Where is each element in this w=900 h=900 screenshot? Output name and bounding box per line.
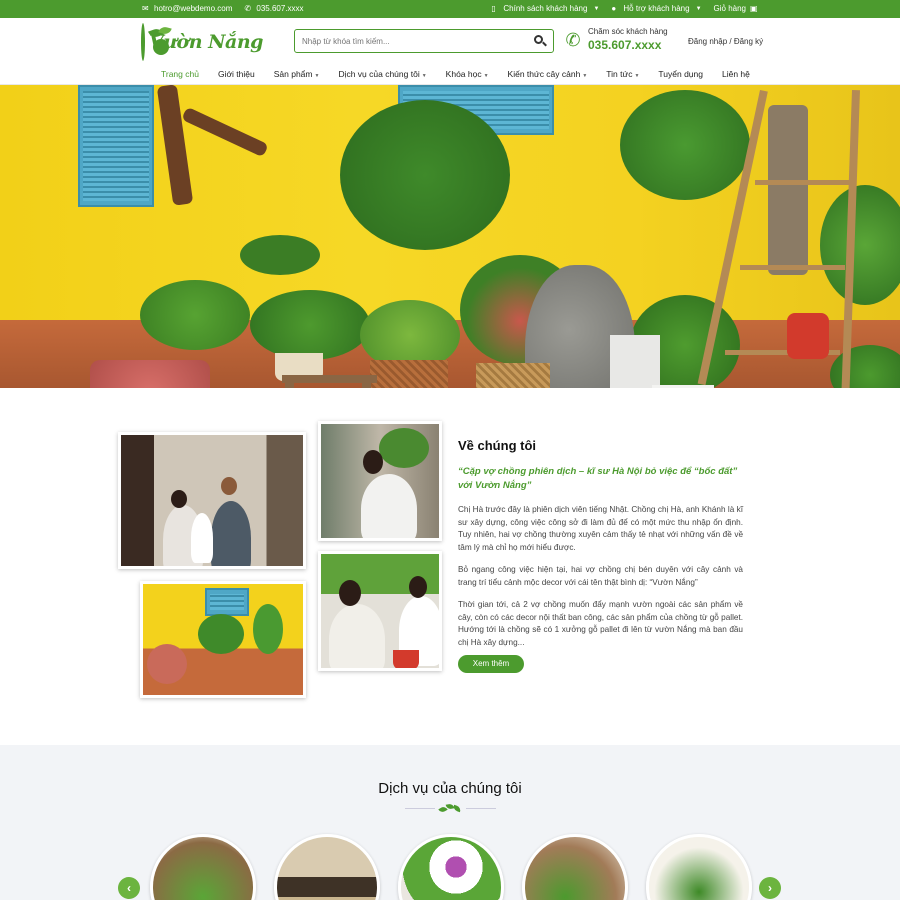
- about-paragraph: Chị Hà trước đây là phiên dịch viên tiến…: [458, 505, 743, 552]
- wooden-table: [285, 381, 294, 388]
- plant: [620, 90, 750, 200]
- blue-shutter-left: [78, 85, 154, 207]
- document-icon: ▯: [491, 4, 496, 13]
- topbar-email[interactable]: ✉ hotro@webdemo.com: [142, 4, 232, 13]
- about-photo-garden: [140, 581, 306, 698]
- about-title: Về chúng tôi: [458, 438, 536, 453]
- plant: [250, 290, 370, 360]
- divider: [405, 808, 435, 809]
- ladder-rung: [740, 265, 845, 270]
- nav-item-products[interactable]: Sản phẩm ▼: [274, 69, 320, 79]
- ladder-rung: [755, 180, 850, 185]
- about-photo-family: [118, 432, 306, 569]
- topbar-cart-label[interactable]: Giỏ hàng: [714, 4, 746, 13]
- service-card[interactable]: [646, 834, 752, 900]
- about-section: Về chúng tôi “Cặp vợ chồng phiên dịch – …: [0, 388, 900, 745]
- basket: [476, 363, 550, 388]
- tree-trunk-right: [768, 105, 808, 275]
- about-photo-woman-plant: [318, 421, 442, 541]
- nav-label[interactable]: Khóa học: [446, 69, 482, 79]
- chevron-down-icon: ▼: [314, 73, 320, 79]
- about-paragraph: Thời gian tới, cả 2 vợ chồng muốn đẩy mạ…: [458, 600, 743, 647]
- top-bar: ✉ hotro@webdemo.com ✆ 035.607.xxxx ▯ Chính …: [0, 0, 900, 18]
- customer-care[interactable]: ✆ Chăm sóc khách hàng 035.607.xxxx: [562, 27, 668, 52]
- nav-label[interactable]: Tuyển dụng: [658, 69, 703, 79]
- chevron-down-icon: ▼: [483, 73, 489, 79]
- nav-item-careers[interactable]: Tuyển dụng: [658, 69, 703, 79]
- plant: [340, 100, 510, 250]
- nav-label[interactable]: Liên hệ: [722, 69, 750, 79]
- nav-item-about[interactable]: Giới thiệu: [218, 69, 255, 79]
- red-watering-can: [787, 313, 829, 359]
- services-title: Dịch vụ của chúng tôi: [378, 780, 522, 797]
- service-card[interactable]: [398, 834, 504, 900]
- nav-label[interactable]: Sản phẩm: [274, 69, 313, 79]
- care-label: Chăm sóc khách hàng: [588, 27, 668, 36]
- mail-icon: ✉: [142, 4, 149, 13]
- about-paragraph: Bỏ ngang công việc hiện tại, hai vợ chồn…: [458, 565, 743, 587]
- nav-item-contact[interactable]: Liên hệ: [722, 69, 750, 79]
- chevron-down-icon: ▼: [634, 73, 640, 79]
- succulents: [90, 360, 210, 388]
- search-icon[interactable]: [533, 34, 547, 48]
- logo[interactable]: Vườn Nắng: [141, 22, 263, 62]
- nav-item-knowledge[interactable]: Kiến thức cây cảnh ▼: [508, 69, 588, 79]
- plant: [820, 185, 900, 305]
- services-section: Dịch vụ của chúng tôi ‹ ›: [0, 745, 900, 900]
- headset-phone-icon: ✆: [565, 29, 581, 50]
- divider: [466, 808, 496, 809]
- topbar-phone[interactable]: ✆ 035.607.xxxx: [244, 4, 303, 13]
- chevron-down-icon: ▼: [695, 5, 702, 12]
- service-card[interactable]: [274, 834, 380, 900]
- nav-label[interactable]: Dịch vụ của chúng tôi: [338, 69, 419, 79]
- care-phone[interactable]: 035.607.xxxx: [588, 38, 668, 52]
- nav-item-services[interactable]: Dịch vụ của chúng tôi ▼: [338, 69, 426, 79]
- plant: [140, 280, 250, 350]
- basket: [370, 360, 448, 388]
- prev-arrow-icon[interactable]: ‹: [118, 877, 140, 899]
- topbar-email-text[interactable]: hotro@webdemo.com: [154, 4, 232, 13]
- topbar-policy-label[interactable]: Chính sách khách hàng: [503, 4, 587, 13]
- chevron-down-icon: ▼: [593, 5, 600, 12]
- topbar-policy[interactable]: ▯ Chính sách khách hàng ▼: [491, 4, 599, 13]
- nav-label[interactable]: Tin tức: [606, 69, 632, 79]
- main-nav: Trang chủ Giới thiệu Sản phẩm ▼ Dịch vụ c…: [0, 66, 900, 85]
- nav-label[interactable]: Giới thiệu: [218, 69, 255, 79]
- topbar-cart[interactable]: Giỏ hàng ▣: [714, 4, 758, 13]
- nav-item-courses[interactable]: Khóa học ▼: [446, 69, 489, 79]
- hero-slider[interactable]: [0, 85, 900, 388]
- user-icon: ●: [611, 4, 617, 13]
- chevron-down-icon: ▼: [421, 73, 427, 79]
- phone-icon: ✆: [244, 4, 252, 13]
- wooden-table: [362, 381, 371, 388]
- service-card[interactable]: [150, 834, 256, 900]
- chevron-down-icon: ▼: [582, 73, 588, 79]
- logo-mark: [141, 23, 172, 61]
- read-more-button[interactable]: Xem thêm: [458, 655, 524, 673]
- search-input[interactable]: [295, 30, 520, 52]
- nav-label[interactable]: Trang chủ: [161, 69, 199, 79]
- service-card[interactable]: [522, 834, 628, 900]
- topbar-support[interactable]: ● Hỗ trợ khách hàng ▼: [611, 4, 701, 13]
- pot: [610, 335, 660, 388]
- topbar-phone-text[interactable]: 035.607.xxxx: [256, 4, 303, 13]
- about-photo-two-women: [318, 551, 442, 671]
- nav-item-news[interactable]: Tin tức ▼: [606, 69, 639, 79]
- next-arrow-icon[interactable]: ›: [759, 877, 781, 899]
- plant: [240, 235, 320, 275]
- topbar-support-label[interactable]: Hỗ trợ khách hàng: [623, 4, 689, 13]
- nav-label[interactable]: Kiến thức cây cảnh: [508, 69, 581, 79]
- about-text: Về chúng tôi “Cặp vợ chồng phiên dịch – …: [458, 438, 743, 649]
- about-quote: “Cặp vợ chồng phiên dịch – kĩ sư Hà Nội …: [458, 466, 738, 491]
- search-box: [294, 29, 554, 53]
- header: Vườn Nắng ✆ Chăm sóc khách hàng 035.607.…: [0, 18, 900, 66]
- leaf-icon: [437, 802, 465, 816]
- login-register-link[interactable]: Đăng nhập / Đăng ký: [688, 37, 763, 46]
- cart-icon: ▣: [750, 4, 758, 13]
- nav-item-home[interactable]: Trang chủ: [161, 69, 199, 79]
